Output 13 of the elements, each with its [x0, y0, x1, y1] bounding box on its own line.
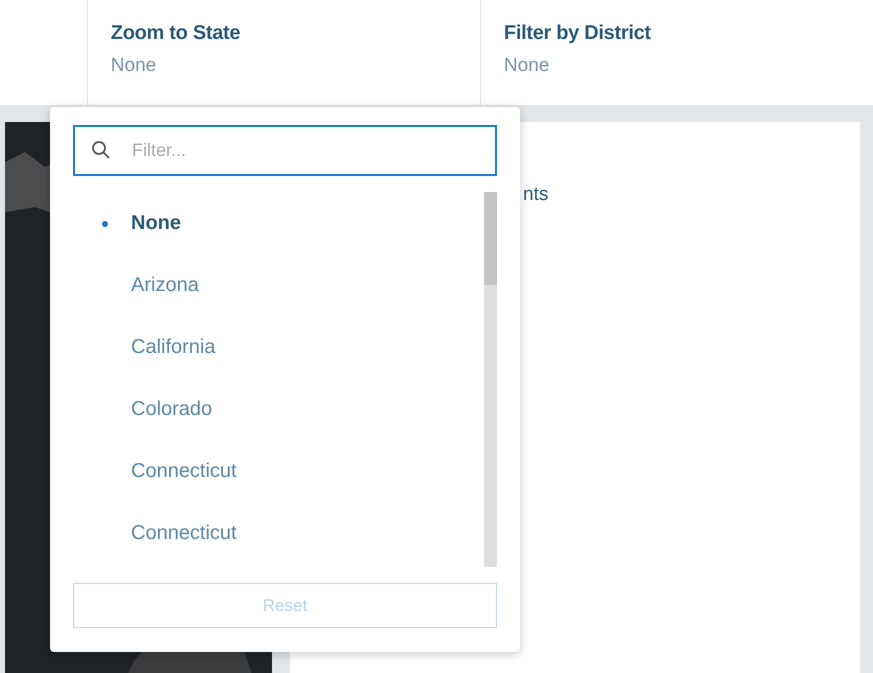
scrollbar[interactable]	[484, 192, 497, 567]
dropdown-option[interactable]: Colorado	[73, 378, 484, 440]
filter-label[interactable]: Filter by District	[504, 22, 873, 45]
panel-text: nts	[523, 184, 548, 205]
dropdown-option[interactable]: Connecticut	[73, 440, 484, 502]
filter-value: None	[110, 55, 158, 77]
dropdown-option[interactable]: Arizona	[73, 254, 484, 316]
filter-label[interactable]: Zoom to State	[110, 22, 480, 45]
filter-value: None	[504, 55, 550, 77]
filter-field[interactable]: Filter...	[73, 125, 497, 176]
dropdown-option[interactable]: Connecticut	[73, 502, 484, 564]
dropdown-option[interactable]: California	[73, 316, 484, 378]
dropdown-option[interactable]: None	[73, 192, 484, 254]
